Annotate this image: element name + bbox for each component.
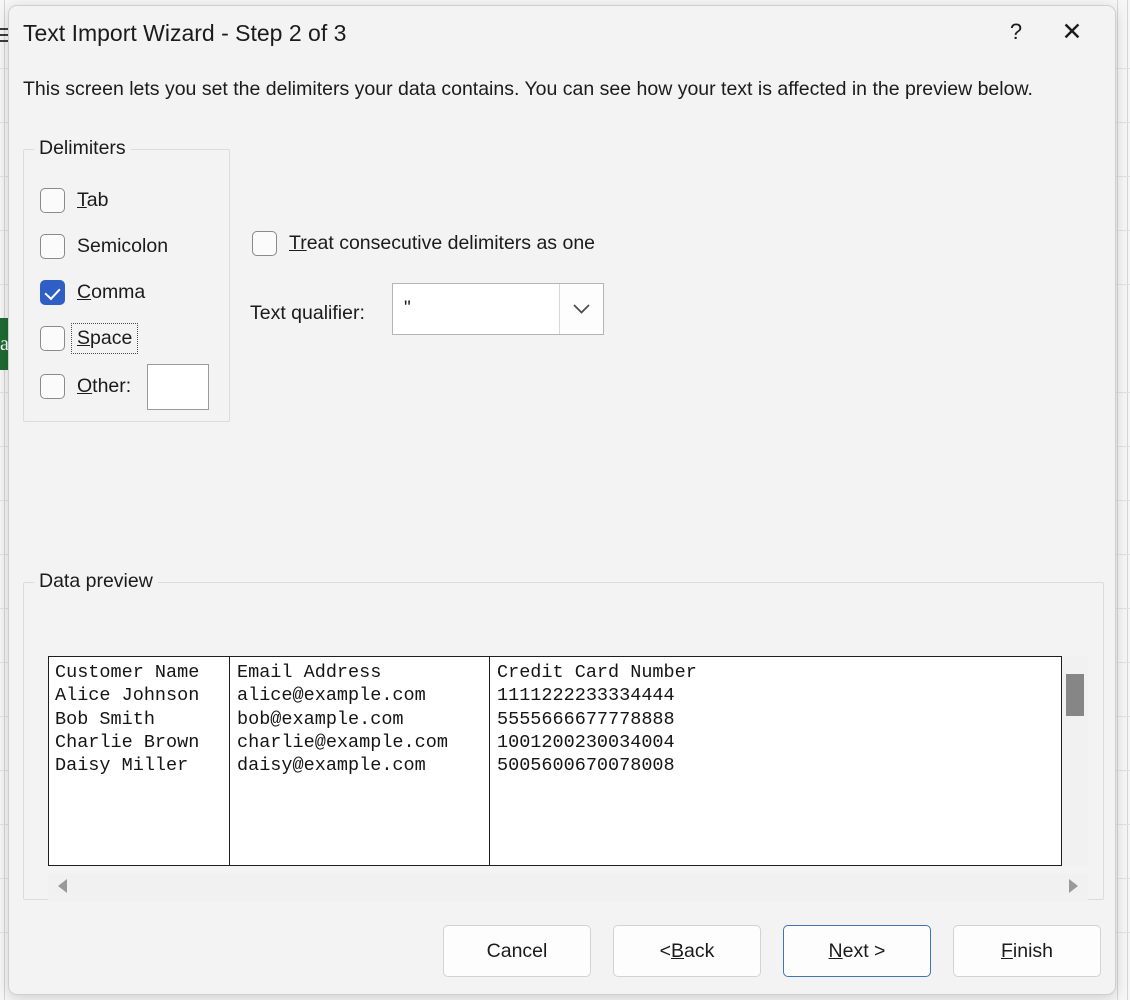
triangle-left-icon[interactable] bbox=[58, 879, 67, 893]
checkbox-other[interactable] bbox=[40, 374, 65, 399]
data-preview-panel: Customer Name Alice Johnson Bob Smith Ch… bbox=[48, 656, 1088, 866]
preview-vertical-scrollbar[interactable] bbox=[1062, 656, 1088, 866]
preview-column-customer-name: Customer Name Alice Johnson Bob Smith Ch… bbox=[49, 657, 229, 865]
data-preview-table[interactable]: Customer Name Alice Johnson Bob Smith Ch… bbox=[48, 656, 1062, 866]
accel-char: F bbox=[1001, 940, 1013, 963]
finish-button[interactable]: Finish bbox=[953, 925, 1101, 977]
data-preview-group: Data preview Customer Name Alice Johnson… bbox=[23, 582, 1104, 900]
label-rest: ther: bbox=[92, 375, 131, 397]
accel-char: N bbox=[829, 940, 843, 963]
label-rest: ack bbox=[684, 940, 714, 963]
data-preview-legend: Data preview bbox=[34, 570, 158, 593]
chevron-down-icon[interactable] bbox=[559, 284, 603, 334]
triangle-right-icon[interactable] bbox=[1069, 879, 1078, 893]
checkbox-label-treat-consecutive: Treat consecutive delimiters as one bbox=[289, 232, 595, 255]
accel-char: O bbox=[77, 375, 92, 397]
checkbox-label-tab: Tab bbox=[77, 189, 108, 212]
accel-char: S bbox=[77, 327, 90, 349]
checkbox-row-treat-consecutive[interactable]: Treat consecutive delimiters as one bbox=[252, 229, 595, 257]
dialog-titlebar: Text Import Wizard - Step 2 of 3 ? ✕ bbox=[9, 6, 1115, 60]
label-rest: pace bbox=[90, 327, 132, 349]
text-qualifier-combobox[interactable]: " bbox=[392, 283, 604, 335]
text-qualifier-label: Text qualifier: bbox=[250, 302, 365, 325]
label-lead: Text q bbox=[250, 302, 302, 324]
accel-char: Tr bbox=[289, 232, 307, 254]
checkbox-label-semicolon: Semicolon bbox=[77, 235, 168, 258]
preview-horizontal-scrollbar[interactable] bbox=[48, 873, 1088, 901]
label-lead: Se bbox=[77, 235, 101, 257]
cancel-button[interactable]: Cancel bbox=[443, 925, 591, 977]
preview-column-credit-card-number: Credit Card Number 1111222233334444 5555… bbox=[491, 657, 1051, 865]
checkbox-label-comma: Comma bbox=[77, 281, 145, 304]
checkbox-label-other: Other: bbox=[77, 375, 131, 398]
checkbox-treat-consecutive[interactable] bbox=[252, 231, 277, 256]
checkbox-row-comma[interactable]: Comma bbox=[40, 278, 145, 306]
dialog-button-bar: Cancel < Back Next > Finish bbox=[9, 925, 1115, 981]
help-icon[interactable]: ? bbox=[993, 10, 1039, 54]
text-qualifier-value: " bbox=[393, 284, 559, 334]
checkbox-space[interactable] bbox=[40, 326, 65, 351]
accel-char: B bbox=[671, 940, 684, 963]
checkbox-tab[interactable] bbox=[40, 188, 65, 213]
checkbox-row-other[interactable]: Other: bbox=[40, 372, 131, 400]
legend-lead: Data preview bbox=[39, 570, 153, 592]
label-rest: eat consecutive delimiters as one bbox=[307, 232, 595, 254]
checkbox-row-tab[interactable]: Tab bbox=[40, 186, 108, 214]
checkbox-comma[interactable] bbox=[40, 280, 65, 305]
accel-char: C bbox=[77, 281, 91, 303]
back-prefix: < bbox=[660, 940, 671, 963]
close-icon[interactable]: ✕ bbox=[1049, 10, 1095, 54]
delimiters-legend: Delimiters bbox=[34, 137, 131, 160]
dialog-description: This screen lets you set the delimiters … bbox=[23, 78, 1033, 101]
dialog-title: Text Import Wizard - Step 2 of 3 bbox=[23, 20, 346, 47]
other-delimiter-input[interactable] bbox=[147, 364, 209, 410]
text-import-wizard-dialog: Text Import Wizard - Step 2 of 3 ? ✕ Thi… bbox=[8, 5, 1116, 995]
label-rest: ext > bbox=[843, 940, 886, 963]
accel-char: ualifier: bbox=[302, 302, 365, 324]
checkbox-row-semicolon[interactable]: Semicolon bbox=[40, 232, 168, 260]
label-rest: omma bbox=[91, 281, 145, 303]
preview-vertical-scroll-thumb[interactable] bbox=[1066, 674, 1084, 716]
checkbox-semicolon[interactable] bbox=[40, 234, 65, 259]
checkbox-row-space[interactable]: Space bbox=[40, 324, 135, 352]
label-rest: inish bbox=[1013, 940, 1053, 963]
preview-column-email-address: Email Address alice@example.com bob@exam… bbox=[231, 657, 489, 865]
next-button[interactable]: Next > bbox=[783, 925, 931, 977]
label-rest: micolon bbox=[101, 235, 168, 257]
label-rest: ab bbox=[87, 189, 109, 211]
checkbox-label-space: Space bbox=[74, 326, 135, 351]
back-button[interactable]: < Back bbox=[613, 925, 761, 977]
accel-char: T bbox=[77, 189, 87, 211]
